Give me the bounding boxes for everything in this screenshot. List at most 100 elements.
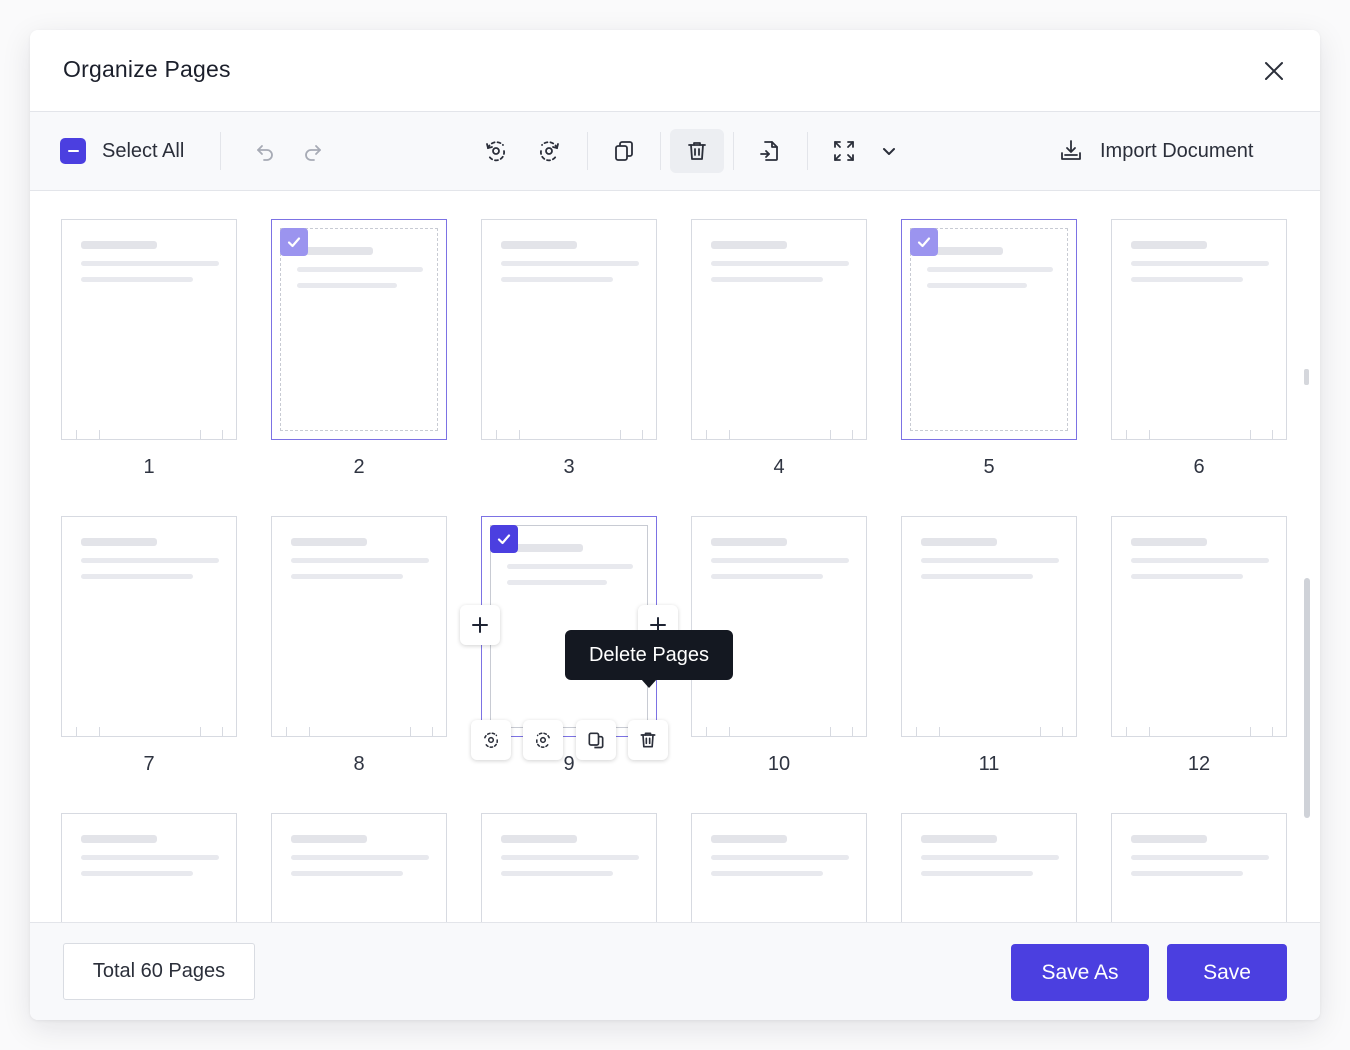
fit-page-button[interactable]: [822, 129, 866, 173]
page-ruler: [1112, 429, 1286, 439]
save-as-button[interactable]: Save As: [1011, 944, 1149, 1001]
text-placeholder: [81, 261, 219, 266]
select-all-toggle[interactable]: Select All: [60, 137, 184, 165]
page-checkbox[interactable]: [280, 228, 308, 256]
page-number: 2: [353, 456, 365, 478]
text-placeholder: [291, 855, 429, 860]
text-placeholder: [711, 277, 823, 282]
indeterminate-checkbox[interactable]: [60, 138, 86, 164]
page-rotate-right-button[interactable]: [523, 720, 563, 760]
text-placeholder: [1131, 277, 1243, 282]
fit-options-dropdown[interactable]: [868, 129, 910, 173]
page-ruler: [1112, 726, 1286, 736]
text-placeholder: [297, 283, 397, 288]
check-icon: [287, 237, 301, 248]
undo-button[interactable]: [243, 129, 287, 173]
page-thumbnail[interactable]: [691, 813, 867, 922]
page-thumbnail[interactable]: [901, 516, 1077, 737]
page-number: 1: [143, 456, 155, 478]
rotate-right-button[interactable]: [527, 129, 571, 173]
text-placeholder: [711, 835, 787, 843]
page-thumbnail[interactable]: [481, 516, 657, 737]
page-thumbnail[interactable]: [1111, 813, 1287, 922]
text-placeholder: [711, 855, 849, 860]
extract-button[interactable]: [748, 129, 792, 173]
check-icon: [497, 534, 511, 545]
scrollbar-thumb[interactable]: [1304, 578, 1310, 818]
text-placeholder: [81, 558, 219, 563]
text-placeholder: [921, 538, 997, 546]
page-thumbnail[interactable]: [691, 219, 867, 440]
duplicate-icon: [615, 141, 633, 161]
page-duplicate-button[interactable]: [576, 720, 616, 760]
fit-page-icon: [834, 141, 854, 161]
extract-icon: [760, 141, 778, 161]
delete-button[interactable]: [670, 129, 724, 173]
insert-page-before-button[interactable]: [460, 605, 500, 645]
text-placeholder: [507, 564, 633, 569]
page-ruler: [692, 429, 866, 439]
tooltip-text: Delete Pages: [588, 643, 710, 666]
save-button[interactable]: Save: [1167, 944, 1287, 1001]
text-placeholder: [291, 558, 429, 563]
page-grid: 1 2 3 4 5 6 7 8 9 10 11 12 Delete Pages: [30, 191, 1320, 922]
toolbar-divider: [807, 132, 808, 170]
dialog-title: Organize Pages: [63, 56, 231, 82]
page-rotate-left-button[interactable]: [471, 720, 511, 760]
text-placeholder: [711, 538, 787, 546]
page-thumbnail[interactable]: [691, 516, 867, 737]
page-thumbnail[interactable]: [271, 516, 447, 737]
toolbar: Select All Import Document: [30, 112, 1320, 191]
text-placeholder: [507, 544, 583, 552]
page-thumbnail[interactable]: [901, 219, 1077, 440]
text-placeholder: [291, 835, 367, 843]
page-thumbnail[interactable]: [481, 219, 657, 440]
page-thumbnail[interactable]: [901, 813, 1077, 922]
text-placeholder: [711, 574, 823, 579]
page-thumbnail[interactable]: [61, 516, 237, 737]
page-delete-button[interactable]: [628, 720, 668, 760]
chevron-down-icon: [883, 148, 895, 155]
page-checkbox[interactable]: [490, 525, 518, 553]
text-placeholder: [291, 574, 403, 579]
close-button[interactable]: [1260, 57, 1288, 85]
toolbar-divider: [220, 132, 221, 170]
page-thumbnail[interactable]: [481, 813, 657, 922]
text-placeholder: [501, 277, 613, 282]
page-checkbox[interactable]: [910, 228, 938, 256]
page-thumbnail[interactable]: [271, 813, 447, 922]
trash-icon: [688, 142, 706, 160]
page-thumbnail[interactable]: [61, 813, 237, 922]
text-placeholder: [81, 574, 193, 579]
text-placeholder: [507, 580, 607, 585]
page-number: 6: [1193, 456, 1205, 478]
text-placeholder: [711, 261, 849, 266]
text-placeholder: [1131, 835, 1207, 843]
text-placeholder: [1131, 558, 1269, 563]
text-placeholder: [1131, 871, 1243, 876]
toolbar-divider: [660, 132, 661, 170]
text-placeholder: [297, 247, 373, 255]
rotate-left-button[interactable]: [474, 129, 518, 173]
duplicate-button[interactable]: [602, 129, 646, 173]
text-placeholder: [81, 855, 219, 860]
text-placeholder: [921, 871, 1033, 876]
scroll-indicator: [1304, 369, 1309, 385]
redo-button[interactable]: [291, 129, 335, 173]
rotate-right-icon: [536, 732, 550, 748]
page-thumbnail[interactable]: [271, 219, 447, 440]
import-document-button[interactable]: Import Document: [1058, 134, 1253, 168]
text-placeholder: [1131, 538, 1207, 546]
text-placeholder: [81, 241, 157, 249]
text-placeholder: [1131, 574, 1243, 579]
text-placeholder: [501, 835, 577, 843]
text-placeholder: [1131, 241, 1207, 249]
import-document-label: Import Document: [1100, 139, 1254, 162]
text-placeholder: [81, 277, 193, 282]
page-thumbnail[interactable]: [1111, 516, 1287, 737]
page-thumbnail[interactable]: [61, 219, 237, 440]
text-placeholder: [1131, 261, 1269, 266]
save-as-label: Save As: [1041, 960, 1119, 984]
page-number: 4: [773, 456, 785, 478]
page-thumbnail[interactable]: [1111, 219, 1287, 440]
